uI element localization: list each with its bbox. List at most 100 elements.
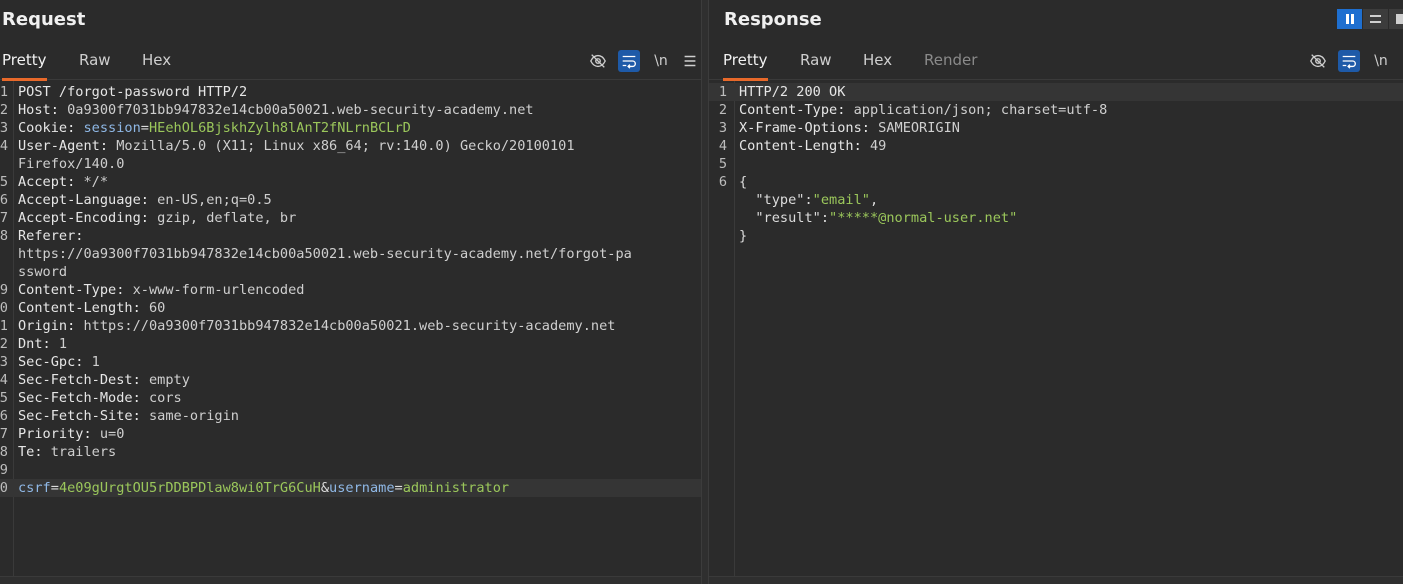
line-text: Content-Length: 49 (739, 137, 886, 155)
code-token: Content-Length: (18, 300, 149, 316)
request-code-line[interactable]: 8 Referer: (0, 227, 701, 245)
request-code-line[interactable]: 15 Sec-Fetch-Mode: cors (0, 389, 701, 407)
request-code-line[interactable]: 2 Host: 0a9300f7031bb947832e14cb00a50021.… (0, 101, 701, 119)
line-text: https://0a9300f7031bb947832e14cb00a50021… (18, 245, 632, 263)
pane-divider[interactable] (701, 0, 709, 584)
request-code-line[interactable]: 4 User-Agent: Mozilla/5.0 (X11; Linux x86… (0, 137, 701, 155)
code-token: application/json; charset=utf-8 (853, 102, 1108, 118)
code-token: administrator (402, 480, 510, 496)
response-code-line[interactable]: } (709, 227, 1403, 245)
layout-toggle-group (1337, 9, 1403, 29)
request-tab-raw[interactable]: Raw (79, 40, 111, 80)
response-code-line[interactable]: 5 (709, 155, 1403, 173)
line-number: 6 (718, 174, 727, 190)
line-number: 17 (0, 426, 8, 442)
code-token: */* (83, 174, 109, 190)
response-bottom-bar (709, 576, 1403, 584)
request-code-line[interactable]: 14 Sec-Fetch-Dest: empty (0, 371, 701, 389)
code-token: User-Agent: (18, 138, 117, 154)
line-number: 16 (0, 408, 8, 424)
hamburger-menu-icon[interactable] (679, 50, 701, 72)
response-tab-raw[interactable]: Raw (800, 40, 832, 80)
line-number: 4 (0, 138, 8, 154)
response-tab-render[interactable]: Render (924, 40, 977, 80)
response-code-line[interactable]: 1 HTTP/2 200 OK (709, 83, 1403, 101)
request-code-line[interactable]: 12 Dnt: 1 (0, 335, 701, 353)
request-code-line[interactable]: 1 POST /forgot-password HTTP/2 (0, 83, 701, 101)
newline-icon[interactable]: \n (650, 50, 672, 72)
request-code-line[interactable]: 7 Accept-Encoding: gzip, deflate, br (0, 209, 701, 227)
request-code-line[interactable]: 6 Accept-Language: en-US,en;q=0.5 (0, 191, 701, 209)
request-code-line[interactable]: 9 Content-Type: x-www-form-urlencoded (0, 281, 701, 299)
request-editor[interactable]: 1 POST /forgot-password HTTP/2 2 Host: 0a93… (0, 81, 701, 576)
response-tab-pretty[interactable]: Pretty (723, 40, 768, 81)
wrap-lines-icon[interactable] (618, 50, 640, 72)
code-token: HTTP/2 200 OK (739, 84, 846, 100)
line-number: 2 (0, 102, 8, 118)
response-pane: Response Pretty Raw Hex Render \n 1 HTTP/… (709, 0, 1403, 584)
request-code-line[interactable]: 18 Te: trailers (0, 443, 701, 461)
response-code-line[interactable]: 6{ (709, 173, 1403, 191)
line-text: POST /forgot-password HTTP/2 (18, 83, 247, 101)
request-code-line[interactable]: https://0a9300f7031bb947832e14cb00a50021… (0, 245, 701, 263)
line-number: 15 (0, 390, 8, 406)
request-code-line[interactable]: 19 (0, 461, 701, 479)
response-tab-hex[interactable]: Hex (863, 40, 892, 80)
eye-off-icon[interactable] (1307, 50, 1329, 72)
request-code-line[interactable]: 17 Priority: u=0 (0, 425, 701, 443)
request-code-line[interactable]: 11 Origin: https://0a9300f7031bb947832e14… (0, 317, 701, 335)
line-text: } (739, 227, 747, 245)
line-number: 5 (0, 174, 8, 190)
line-text: Sec-Fetch-Dest: empty (18, 371, 190, 389)
line-text: Content-Type: x-www-form-urlencoded (18, 281, 304, 299)
code-token: cors (148, 390, 182, 406)
line-number: 18 (0, 444, 8, 460)
code-token: Dnt: (18, 336, 59, 352)
line-text: Sec-Fetch-Site: same-origin (18, 407, 239, 425)
line-number: 8 (0, 228, 8, 244)
line-number: 7 (0, 210, 8, 226)
request-code-line[interactable]: 5 Accept: */* (0, 173, 701, 191)
newline-icon[interactable]: \n (1370, 50, 1392, 72)
line-text: Firefox/140.0 (18, 155, 124, 173)
line-text: Content-Length: 60 (18, 299, 165, 317)
response-code-line[interactable]: 3 X-Frame-Options: SAMEORIGIN (709, 119, 1403, 137)
code-token: 1 (58, 336, 68, 352)
request-code-line[interactable]: 20csrf=4e09gUrgtOU5rDDBPDlaw8wi0TrG6CuH&… (0, 479, 701, 497)
wrap-lines-icon[interactable] (1338, 50, 1360, 72)
request-code-line[interactable]: 3 Cookie: session=HEehOL6BjskhZylh8lAnT2f… (0, 119, 701, 137)
line-number: 1 (0, 84, 8, 100)
code-token: Te: (18, 444, 51, 460)
layout-stack-icon[interactable] (1363, 9, 1389, 29)
response-code-line[interactable]: 2 Content-Type: application/json; charset… (709, 101, 1403, 119)
code-token: : (820, 210, 830, 226)
request-code-line[interactable]: ssword (0, 263, 701, 281)
response-editor[interactable]: 1 HTTP/2 200 OK 2 Content-Type: application… (709, 81, 1403, 576)
code-token: Accept-Encoding: (18, 210, 158, 226)
layout-single-icon[interactable] (1389, 9, 1403, 29)
response-code-line[interactable]: 4 Content-Length: 49 (709, 137, 1403, 155)
line-text: Dnt: 1 (18, 335, 67, 353)
code-token: same-origin (148, 408, 239, 424)
request-code-line[interactable]: Firefox/140.0 (0, 155, 701, 173)
request-tab-pretty[interactable]: Pretty (2, 40, 47, 81)
response-code-line[interactable]: "result":"*****@normal-user.net" (709, 209, 1403, 227)
line-number: 6 (0, 192, 8, 208)
code-token: 4e09gUrgtOU5rDDBPDlaw8wi0TrG6CuH (58, 480, 321, 496)
request-tab-hex[interactable]: Hex (142, 40, 171, 80)
layout-split-icon[interactable] (1337, 9, 1363, 29)
request-code-line[interactable]: 10 Content-Length: 60 (0, 299, 701, 317)
code-token: trailers (50, 444, 117, 460)
code-token: Sec-Fetch-Mode: (18, 390, 149, 406)
code-token: : (804, 192, 813, 208)
code-token: SAMEORIGIN (878, 120, 960, 136)
line-number: 9 (0, 282, 8, 298)
eye-off-icon[interactable] (587, 50, 609, 72)
code-token: Content-Type: (18, 282, 133, 298)
code-token: } (739, 228, 748, 244)
code-token: Firefox/140.0 (18, 156, 125, 172)
response-code-line[interactable]: "type":"email", (709, 191, 1403, 209)
request-code-line[interactable]: 13 Sec-Gpc: 1 (0, 353, 701, 371)
request-code-line[interactable]: 16 Sec-Fetch-Site: same-origin (0, 407, 701, 425)
